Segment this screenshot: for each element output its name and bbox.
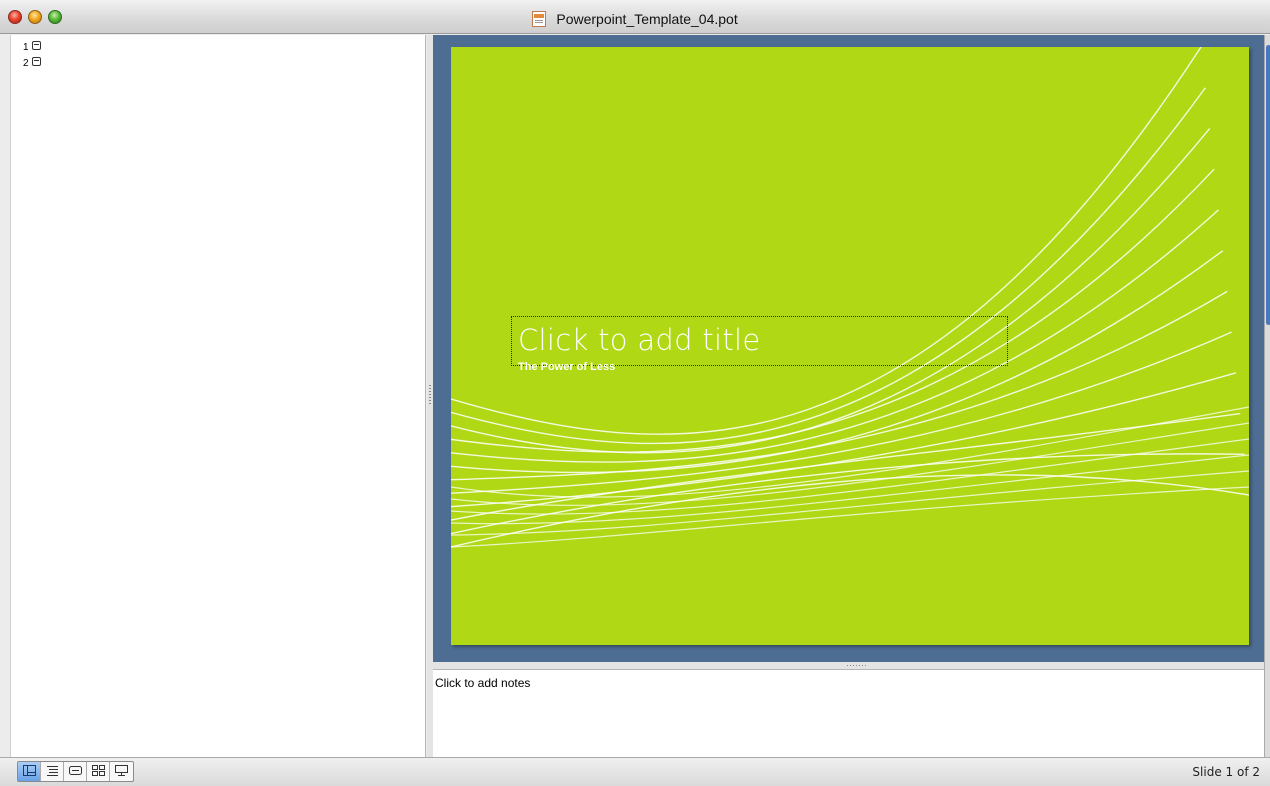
title-placeholder[interactable]: Click to add title	[511, 316, 1008, 366]
slide-icon	[31, 57, 41, 66]
splitter-grip-icon	[847, 665, 867, 666]
status-bar: Slide 1 of 2	[0, 757, 1270, 786]
title-bar[interactable]: Powerpoint_Template_04.pot	[0, 0, 1270, 34]
splitter-grip-icon	[429, 385, 431, 405]
slide-sorter-button[interactable]	[87, 762, 110, 781]
slide-show-button[interactable]	[110, 762, 133, 781]
title-placeholder-text: Click to add title	[518, 323, 761, 357]
outline-slide-number: 1	[23, 42, 29, 53]
outline-slide-item[interactable]: 1	[23, 41, 41, 53]
notes-placeholder[interactable]: Click to add notes	[435, 676, 530, 690]
slide-show-icon	[115, 765, 128, 776]
normal-view-icon	[23, 765, 36, 776]
slide-subtitle[interactable]: The Power of Less	[518, 361, 615, 373]
slide-pane[interactable]: Click to add title The Power of Less	[433, 35, 1264, 662]
outline-slide-item[interactable]: 2	[23, 57, 41, 69]
app-window: Powerpoint_Template_04.pot 1 2 Click to …	[0, 0, 1270, 786]
view-switcher	[17, 761, 134, 782]
vertical-scrollbar[interactable]	[1264, 35, 1270, 757]
scrollbar-thumb[interactable]	[1266, 45, 1270, 325]
notes-splitter[interactable]	[433, 662, 1264, 669]
outline-slide-number: 2	[23, 58, 29, 69]
slide-indicator: Slide 1 of 2	[1192, 765, 1260, 779]
document-icon	[532, 10, 547, 27]
outline-view-button[interactable]	[41, 762, 64, 781]
outline-view-icon	[47, 766, 58, 776]
slide-view-icon	[69, 766, 82, 775]
slide-sorter-icon	[92, 765, 105, 776]
slide-icon	[31, 41, 41, 50]
normal-view-button[interactable]	[18, 762, 41, 781]
slide-canvas[interactable]: Click to add title The Power of Less	[451, 47, 1249, 645]
notes-pane[interactable]: Click to add notes	[433, 669, 1264, 757]
outline-pane[interactable]: 1 2	[10, 35, 426, 757]
window-title: Powerpoint_Template_04.pot	[556, 10, 738, 27]
window-title-group: Powerpoint_Template_04.pot	[0, 8, 1270, 28]
slide-view-button[interactable]	[64, 762, 87, 781]
